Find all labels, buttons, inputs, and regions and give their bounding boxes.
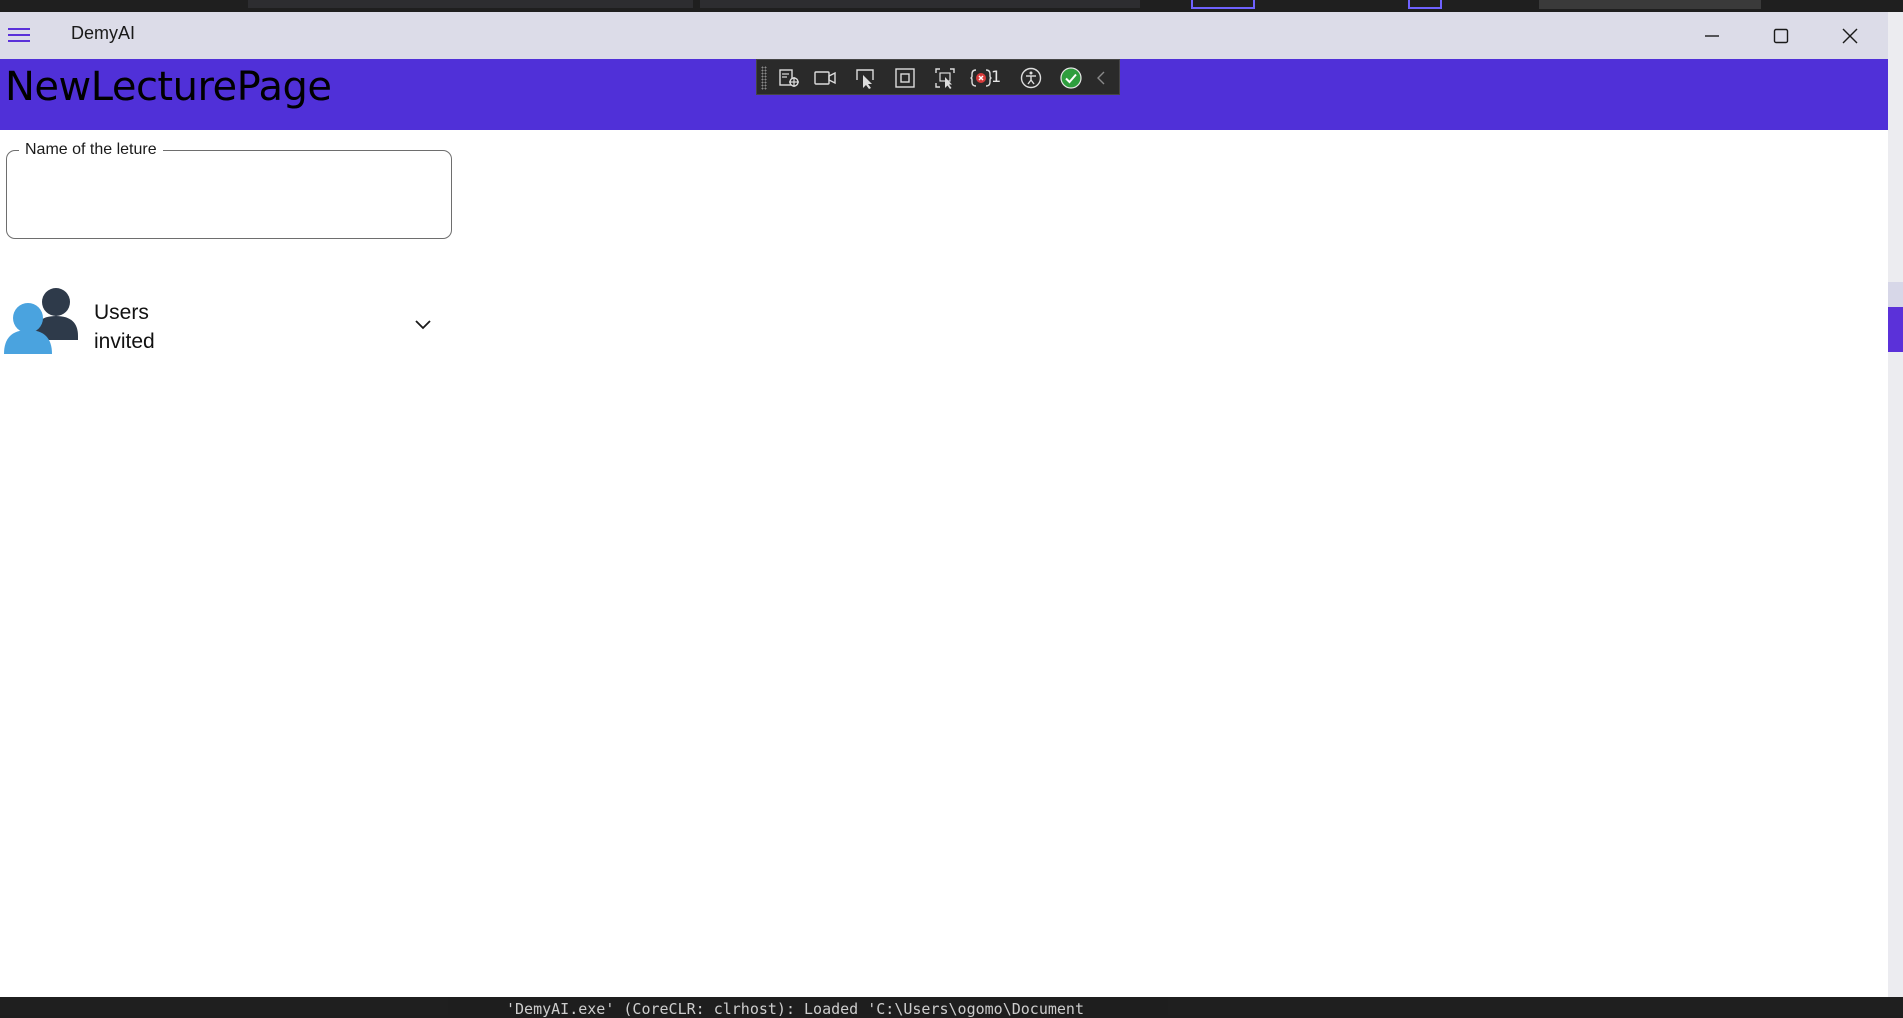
chevron-down-icon[interactable] <box>414 319 432 331</box>
minimize-button[interactable] <box>1678 12 1746 59</box>
binding-error-count: 1 <box>991 67 1002 86</box>
maximize-button[interactable] <box>1747 12 1815 59</box>
users-invited-label: Users invited <box>94 301 155 353</box>
ide-output-strip: 'DemyAI.exe' (CoreCLR: clrhost): Loaded … <box>0 997 1903 1018</box>
track-focus-icon <box>935 68 955 89</box>
lecture-name-input[interactable] <box>21 175 435 217</box>
record-button[interactable] <box>811 64 839 92</box>
app-title: DemyAI <box>71 23 136 43</box>
select-element-button[interactable] <box>851 64 879 92</box>
ide-output-line: 'DemyAI.exe' (CoreCLR: clrhost): Loaded … <box>506 1000 1084 1018</box>
chevron-left-icon <box>1097 71 1105 85</box>
ide-top-strip <box>0 0 1903 12</box>
check-circle-icon <box>1060 67 1082 89</box>
hot-reload-status-button[interactable] <box>1057 64 1085 92</box>
display-layout-adorners-button[interactable] <box>891 64 919 92</box>
ide-right-strip <box>1888 12 1903 997</box>
accessibility-checker-button[interactable] <box>1017 64 1045 92</box>
title-bar: DemyAI <box>0 12 1888 59</box>
hamburger-menu-icon[interactable] <box>8 26 30 44</box>
select-element-icon <box>856 69 874 89</box>
page-title: NewLecturePage <box>5 64 332 110</box>
lecture-name-label: Name of the leture <box>19 141 163 159</box>
lecture-name-field[interactable]: Name of the leture <box>6 141 452 239</box>
live-visual-tree-button[interactable] <box>775 64 803 92</box>
close-button[interactable] <box>1816 12 1884 59</box>
accessibility-icon <box>1020 67 1042 89</box>
toolbar-grip-handle[interactable] <box>761 66 767 90</box>
layout-adorner-icon <box>895 68 915 88</box>
xaml-debug-toolbar: 1 <box>756 59 1120 95</box>
video-camera-icon <box>814 71 836 85</box>
track-focused-element-button[interactable] <box>931 64 959 92</box>
close-icon <box>1842 28 1858 44</box>
binding-error-icon <box>970 69 992 87</box>
app-window: DemyAI NewLecturePage 1 Name of the letu… <box>0 12 1888 997</box>
collapse-toolbar-button[interactable] <box>1089 64 1113 92</box>
users-icon <box>4 288 78 354</box>
maximize-icon <box>1773 28 1789 44</box>
minimize-icon <box>1705 35 1719 37</box>
users-invited-expander[interactable]: Users invited <box>0 284 450 354</box>
page-header: NewLecturePage 1 <box>0 59 1888 130</box>
visual-tree-icon <box>779 69 799 87</box>
